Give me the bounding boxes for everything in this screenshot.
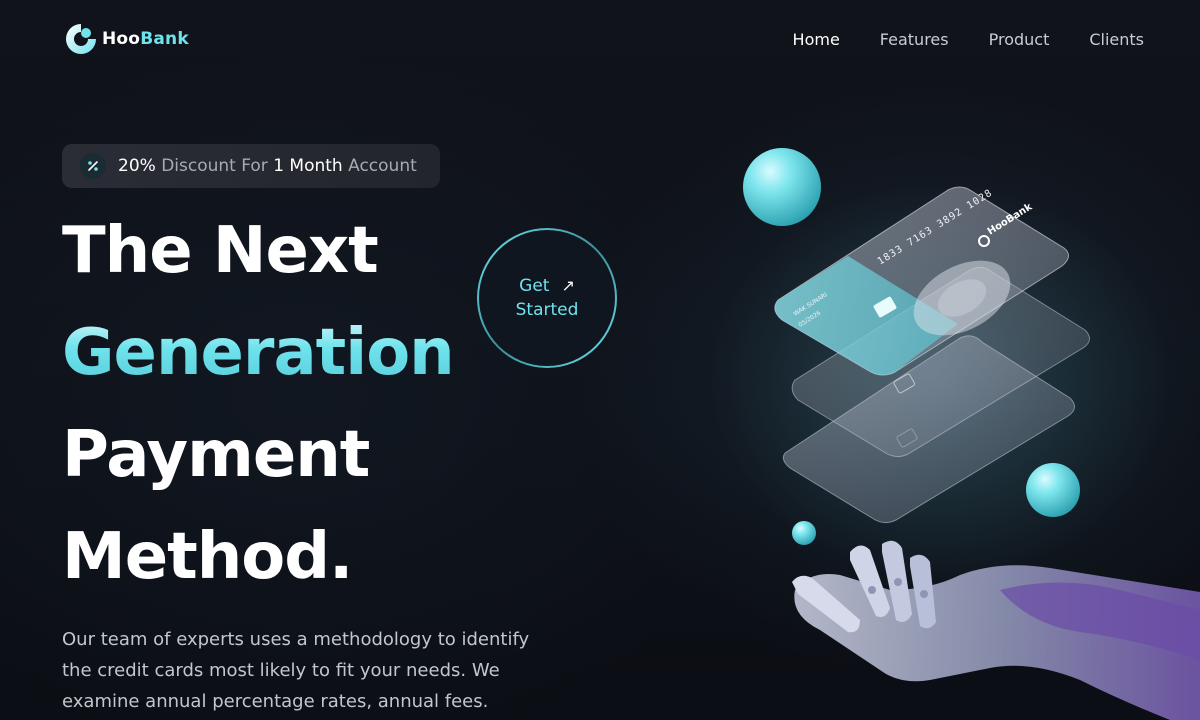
sphere-top-icon	[743, 148, 821, 226]
discount-duration: 1 Month	[273, 156, 343, 176]
hero-illustration: 1833 7163 3892 1028 HooBank WAK SUNARI 0…	[700, 120, 1200, 720]
sphere-right-icon	[1026, 463, 1080, 517]
discount-text-mid: Discount For	[155, 156, 274, 176]
get-started-inner: Get ↗ Started	[479, 230, 615, 366]
discount-text: 20% Discount For 1 Month Account	[118, 156, 417, 176]
intro-paragraph: Our team of experts uses a methodology t…	[62, 629, 530, 712]
discount-icon	[80, 153, 106, 179]
headline-line-1: The Next	[62, 214, 379, 288]
get-started-line-1: Get ↗	[519, 274, 575, 298]
logo-text-part1: Hoo	[102, 29, 141, 49]
nav-item-clients[interactable]: Clients	[1089, 30, 1144, 49]
get-started-label-2: Started	[515, 300, 579, 320]
discount-badge: 20% Discount For 1 Month Account	[62, 144, 440, 188]
nav-item-product[interactable]: Product	[989, 30, 1050, 49]
logo-text-part2: Bank	[140, 29, 189, 49]
landing-page: HooBank Home Features Product Clients 20…	[0, 0, 1200, 720]
logo[interactable]: HooBank	[64, 22, 189, 56]
nav-item-features[interactable]: Features	[880, 30, 949, 49]
main-nav: Home Features Product Clients	[753, 30, 1144, 49]
discount-text-end: Account	[342, 156, 417, 176]
headline-line-3: Payment	[62, 418, 370, 492]
get-started-label-1: Get	[519, 276, 550, 296]
hoobank-logo-icon	[64, 22, 98, 56]
nav-item-home[interactable]: Home	[793, 30, 840, 49]
logo-text: HooBank	[102, 29, 189, 49]
sphere-small-icon	[792, 521, 816, 545]
robot-hand-icon	[792, 540, 1200, 720]
headline-line-2: Generation	[62, 302, 455, 404]
headline-line-4: Method.	[62, 520, 353, 594]
discount-percent: 20%	[118, 156, 156, 176]
arrow-up-right-icon: ↗	[561, 276, 575, 295]
hero-headline: The Next Generation Payment Method.	[62, 200, 455, 608]
get-started-button[interactable]: Get ↗ Started	[477, 228, 617, 368]
